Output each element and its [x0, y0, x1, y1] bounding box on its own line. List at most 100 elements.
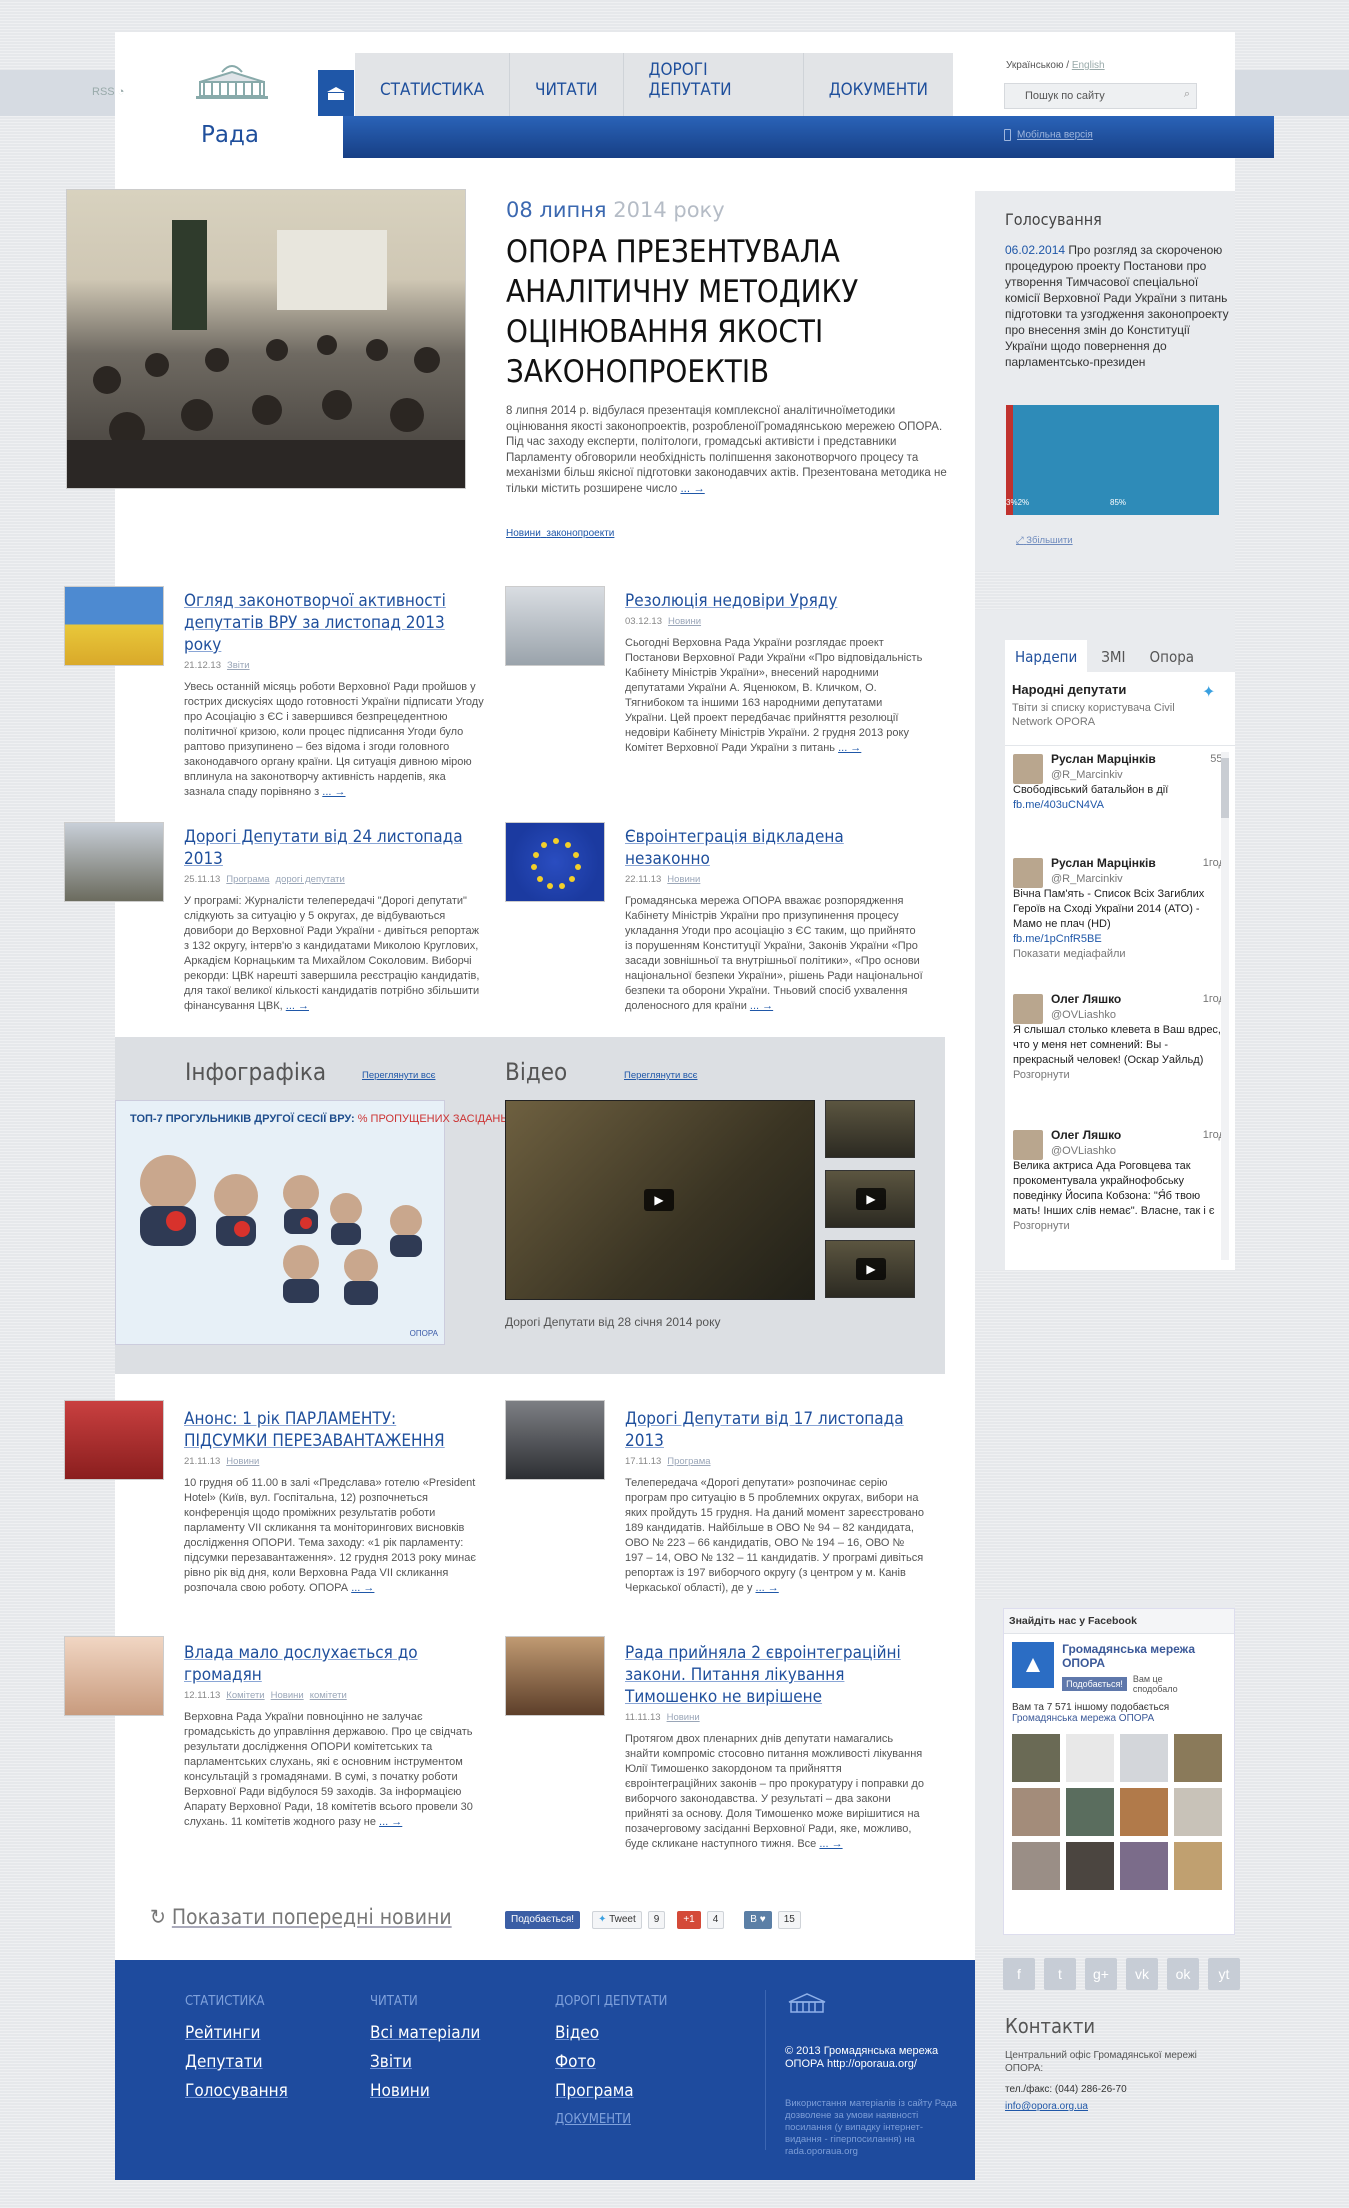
lang-uk[interactable]: Українською: [1006, 60, 1063, 71]
twitter-bird-icon[interactable]: ✦: [1202, 682, 1215, 702]
video-view-all[interactable]: Переглянути всє: [624, 1070, 697, 1081]
previous-news-button[interactable]: ↻ Показати попередні новини: [150, 1905, 452, 1929]
scrollbar[interactable]: [1221, 752, 1229, 1260]
hero-title[interactable]: ОПОРА ПРЕЗЕНТУВАЛА АНАЛІТИЧНУ МЕТОДИКУ О…: [506, 232, 866, 392]
facebook-like-button[interactable]: Подобається!: [505, 1911, 581, 1929]
tag-link[interactable]: законопроекти: [546, 528, 614, 539]
footer-link[interactable]: Рейтинги: [185, 2019, 288, 2048]
home-button[interactable]: [318, 70, 354, 116]
nav-item-deputies[interactable]: ДОРОГІ ДЕПУТАТИ: [622, 53, 803, 116]
google-plus-icon[interactable]: g+: [1085, 1958, 1117, 1990]
news-title[interactable]: Дорогі Депутати від 24 листопада 2013: [184, 826, 484, 870]
hero-image[interactable]: [66, 189, 466, 489]
video-player[interactable]: ▶: [505, 1100, 815, 1300]
footer-link[interactable]: Голосування: [185, 2077, 288, 2106]
fan-avatar[interactable]: [1120, 1788, 1168, 1836]
nav-item-read[interactable]: ЧИТАТИ: [509, 53, 623, 116]
fan-avatar[interactable]: [1174, 1842, 1222, 1890]
news-title[interactable]: Дорогі Депутати від 17 листопада 2013: [625, 1408, 925, 1452]
fan-avatar[interactable]: [1066, 1788, 1114, 1836]
news-title[interactable]: Анонс: 1 рік ПАРЛАМЕНТУ: ПІДСУМКИ ПЕРЕЗА…: [184, 1408, 484, 1452]
mobile-version-link[interactable]: Мобільна версія: [1004, 129, 1093, 141]
fan-avatar[interactable]: [1012, 1788, 1060, 1836]
play-icon[interactable]: ▶: [644, 1189, 674, 1211]
eu-flag-image[interactable]: [505, 822, 605, 902]
read-more-link[interactable]: ... →: [750, 1000, 773, 1012]
news-item: Євроінтеграція відкладена незаконно 22.1…: [625, 826, 925, 1014]
vk-button[interactable]: В ♥: [744, 1911, 772, 1929]
footer-link[interactable]: Відео: [555, 2019, 667, 2048]
search-icon[interactable]: ⌕: [1184, 88, 1190, 101]
facebook-icon[interactable]: f: [1003, 1958, 1035, 1990]
video-thumbnail[interactable]: [64, 822, 164, 902]
footer-link[interactable]: Звіти: [370, 2048, 480, 2077]
fan-avatar[interactable]: [1012, 1842, 1060, 1890]
footer-link[interactable]: Новини: [370, 2077, 480, 2106]
facebook-like-page-button[interactable]: Подобається!: [1062, 1677, 1127, 1691]
gplus-button[interactable]: +1: [677, 1911, 701, 1929]
fan-avatar[interactable]: [1066, 1734, 1114, 1782]
news-title[interactable]: Резолюція недовіри Уряду: [625, 590, 925, 612]
footer-link[interactable]: Всі матеріали: [370, 2019, 480, 2048]
infographic-view-all[interactable]: Переглянути всє: [362, 1070, 435, 1081]
tab-media[interactable]: ЗМІ: [1087, 640, 1139, 672]
news-image[interactable]: [64, 586, 164, 666]
read-more-link[interactable]: ... →: [322, 786, 345, 798]
vk-icon[interactable]: vk: [1126, 1958, 1158, 1990]
read-more-link[interactable]: ... →: [286, 1000, 309, 1012]
video-thumbnail[interactable]: ▶: [825, 1240, 915, 1298]
news-title[interactable]: Влада мало дослухається до громадян: [184, 1642, 484, 1686]
read-more-link[interactable]: ... →: [680, 483, 704, 495]
tweet[interactable]: Руслан Марцінків 55с @R_Marcinkiv Свободі…: [1013, 752, 1228, 813]
footer-link[interactable]: Фото: [555, 2048, 667, 2077]
footer-link[interactable]: Депутати: [185, 2048, 288, 2077]
youtube-icon[interactable]: yt: [1208, 1958, 1240, 1990]
footer-link[interactable]: Програма: [555, 2077, 667, 2106]
facebook-page-name[interactable]: Громадянська мережа ОПОРА: [1062, 1642, 1226, 1670]
news-image[interactable]: [505, 586, 605, 666]
video-thumbnail[interactable]: [505, 1400, 605, 1480]
share-bar: Подобається! ✦ Tweet 9 +1 4 В ♥ 15: [505, 1911, 801, 1929]
read-more-link[interactable]: ... →: [351, 1582, 374, 1594]
fan-avatar[interactable]: [1120, 1734, 1168, 1782]
read-more-link[interactable]: ... →: [819, 1838, 842, 1850]
read-more-link[interactable]: ... →: [838, 742, 861, 754]
tab-opora[interactable]: Опора: [1140, 640, 1205, 672]
news-title[interactable]: Євроінтеграція відкладена незаконно: [625, 826, 925, 870]
nav-item-statistics[interactable]: СТАТИСТИКА: [355, 53, 509, 116]
odnoklassniki-icon[interactable]: ok: [1167, 1958, 1199, 1990]
tweet-button[interactable]: ✦ Tweet: [592, 1911, 642, 1929]
news-title[interactable]: Рада прийняла 2 євроінтеграційні закони.…: [625, 1642, 925, 1708]
fan-avatar[interactable]: [1066, 1842, 1114, 1890]
read-more-link[interactable]: ... →: [756, 1582, 779, 1594]
footer-documents-link[interactable]: ДОКУМЕНТИ: [555, 2112, 667, 2127]
video-thumbnail[interactable]: ▶: [825, 1170, 915, 1228]
vote-text[interactable]: 06.02.2014 Про розгляд за скороченою про…: [1005, 242, 1230, 370]
enlarge-link[interactable]: ⤢ Збільшити: [1016, 535, 1073, 546]
infographic-image[interactable]: ОПОРА: [115, 1100, 445, 1345]
eu-stars-icon: [531, 838, 581, 889]
tweet[interactable]: Руслан Марцінків 1год. @R_Marcinkiv Вічна…: [1013, 856, 1228, 962]
scrollbar-thumb[interactable]: [1221, 758, 1229, 818]
rss-link[interactable]: RSS ◔: [92, 86, 124, 98]
read-more-link[interactable]: ... →: [379, 1816, 402, 1828]
search-input[interactable]: Пошук по сайту ⌕: [1004, 83, 1197, 109]
tweet[interactable]: Олег Ляшко 1год. @OVLiashko Я слышал стол…: [1013, 992, 1228, 1083]
twitter-icon[interactable]: t: [1044, 1958, 1076, 1990]
fan-avatar[interactable]: [1174, 1788, 1222, 1836]
video-thumbnail[interactable]: [825, 1100, 915, 1158]
tab-deputies[interactable]: Нардепи: [1005, 640, 1088, 672]
tweet[interactable]: Олег Ляшко 1год. @OVLiashko Велика актрис…: [1013, 1128, 1228, 1260]
tag-link[interactable]: Новини: [506, 528, 541, 539]
fan-avatar[interactable]: [1012, 1734, 1060, 1782]
news-image[interactable]: [64, 1636, 164, 1716]
news-image[interactable]: [505, 1636, 605, 1716]
contact-email-link[interactable]: info@opora.org.ua: [1005, 2100, 1225, 2113]
lang-en[interactable]: English: [1072, 60, 1105, 71]
fan-avatar[interactable]: [1174, 1734, 1222, 1782]
fan-avatar[interactable]: [1120, 1842, 1168, 1890]
opora-logo-icon[interactable]: ▲: [1012, 1642, 1055, 1688]
news-title[interactable]: Огляд законотворчої активності депутатів…: [184, 590, 484, 656]
nav-item-documents[interactable]: ДОКУМЕНТИ: [802, 53, 953, 116]
news-image[interactable]: [64, 1400, 164, 1480]
